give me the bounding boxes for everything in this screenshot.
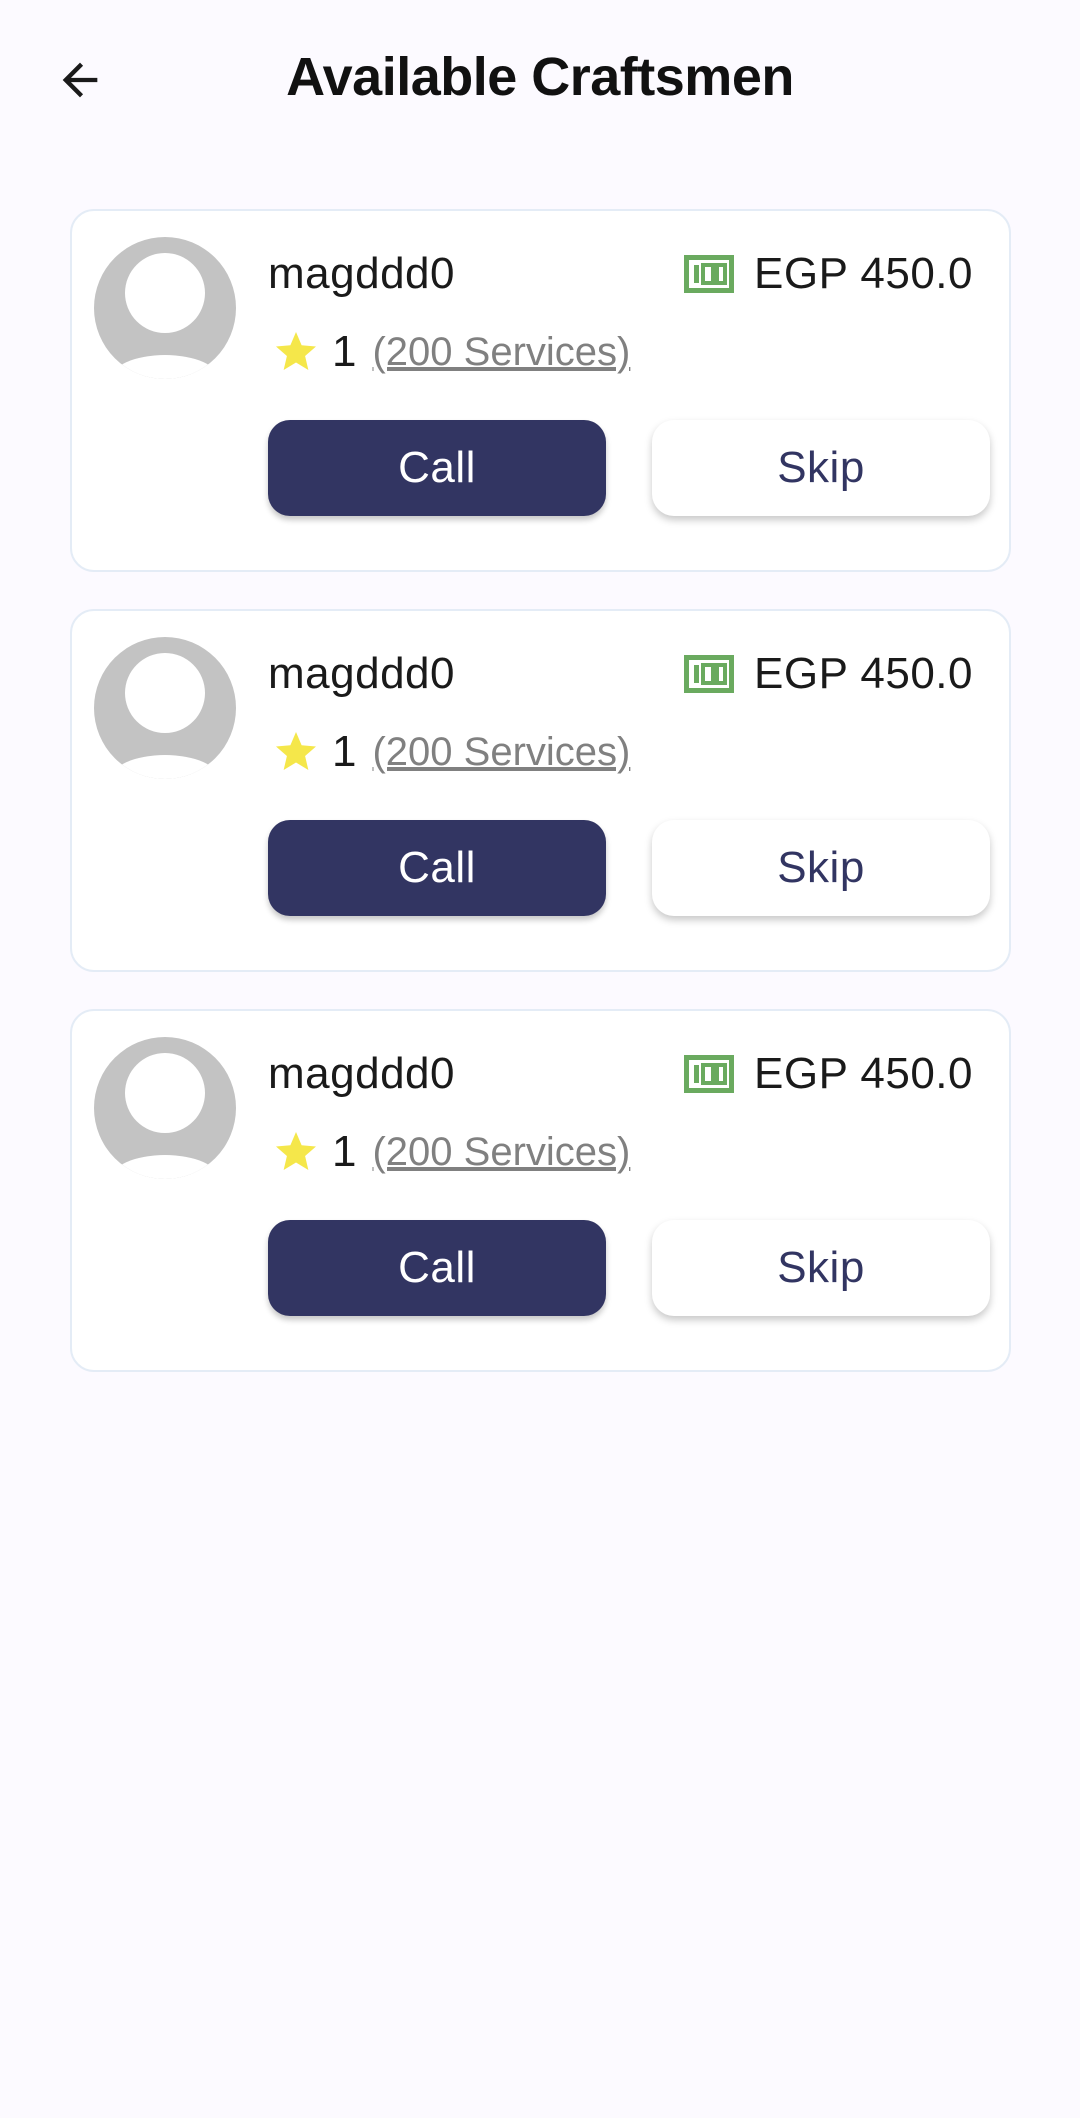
page-title: Available Craftsmen (286, 47, 794, 107)
rating-value: 1 (332, 727, 357, 776)
call-button[interactable]: Call (268, 420, 606, 516)
star-icon (276, 1132, 316, 1170)
rating-row: 1 (200 Services) (272, 1127, 630, 1177)
craftsman-name: magddd0 (268, 1049, 455, 1098)
craftsman-card: magddd0 EGP 450.0 1 (200 Services) Call … (70, 1009, 1011, 1372)
person-placeholder-icon (94, 637, 236, 779)
call-button[interactable]: Call (268, 820, 606, 916)
person-placeholder-icon (94, 1037, 236, 1179)
rating-value: 1 (332, 327, 357, 376)
call-button[interactable]: Call (268, 1220, 606, 1316)
services-link[interactable]: (200 Services) (372, 1130, 630, 1175)
craftsman-name: magddd0 (268, 649, 455, 698)
person-placeholder-icon (94, 237, 236, 379)
price-row: EGP 450.0 (684, 1049, 973, 1099)
craftsman-card: magddd0 EGP 450.0 1 (200 Services) Call … (70, 209, 1011, 572)
rating-value: 1 (332, 1127, 357, 1176)
rating-row: 1 (200 Services) (272, 727, 630, 777)
money-icon (684, 655, 735, 693)
price-row: EGP 450.0 (684, 649, 973, 699)
star-icon (276, 732, 316, 770)
rating-row: 1 (200 Services) (272, 327, 630, 377)
price: EGP 450.0 (754, 249, 973, 298)
skip-button[interactable]: Skip (652, 1220, 990, 1316)
services-link[interactable]: (200 Services) (372, 730, 630, 775)
craftsmen-list: magddd0 EGP 450.0 1 (200 Services) Call … (70, 209, 1011, 1409)
avatar (94, 237, 236, 379)
skip-button[interactable]: Skip (652, 420, 990, 516)
star-icon (276, 332, 316, 370)
price: EGP 450.0 (754, 1049, 973, 1098)
craftsman-card: magddd0 EGP 450.0 1 (200 Services) Call … (70, 609, 1011, 972)
skip-button[interactable]: Skip (652, 820, 990, 916)
price-row: EGP 450.0 (684, 249, 973, 299)
avatar (94, 637, 236, 779)
craftsman-name: magddd0 (268, 249, 455, 298)
price: EGP 450.0 (754, 649, 973, 698)
avatar (94, 1037, 236, 1179)
app-bar: Available Craftsmen (0, 0, 1080, 160)
money-icon (684, 255, 735, 293)
money-icon (684, 1055, 735, 1093)
services-link[interactable]: (200 Services) (372, 330, 630, 375)
